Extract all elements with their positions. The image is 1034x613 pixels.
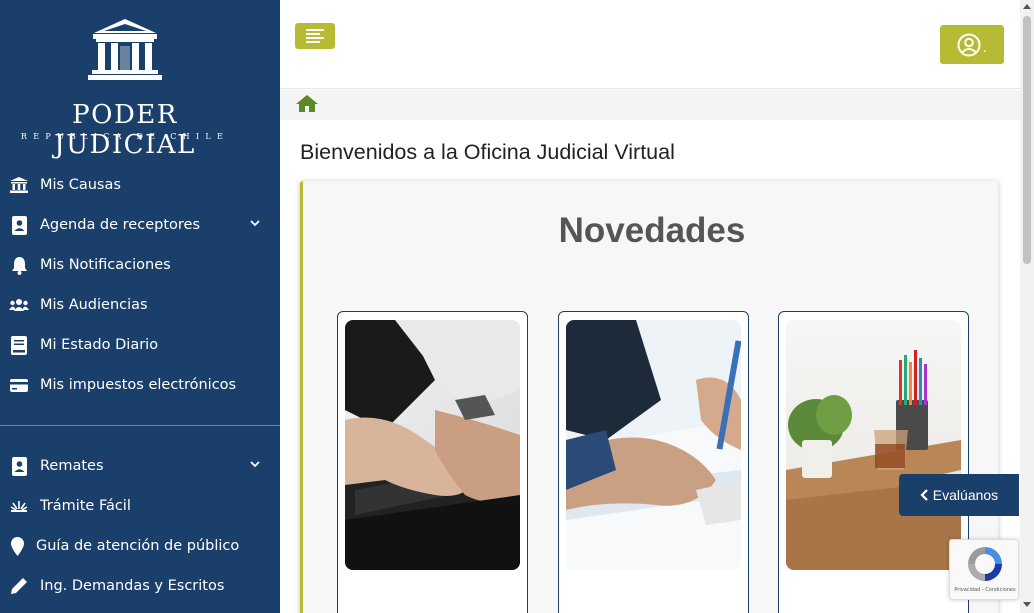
page-title: Bienvenidos a la Oficina Judicial Virtua… <box>300 140 675 164</box>
brand-subtitle: REPUBLICA DE CHILE <box>20 132 230 141</box>
sidebar-item-guia-de-atencion[interactable]: Guía de atención de público <box>0 528 280 564</box>
news-image-desk <box>786 320 961 570</box>
book-icon <box>9 335 29 355</box>
bell-icon <box>9 255 29 275</box>
scroll-up-arrow-icon[interactable] <box>1023 4 1031 9</box>
news-image-typing <box>345 320 520 570</box>
sidebar-divider <box>0 425 280 426</box>
feedback-button[interactable]: Evalúanos <box>899 474 1019 516</box>
sidebar-item-label: Remates <box>40 458 104 474</box>
sidebar-item-mis-notificaciones[interactable]: Mis Notificaciones <box>0 247 280 283</box>
id-badge-icon <box>9 456 29 476</box>
menu-toggle-button[interactable] <box>295 23 335 49</box>
top-header: . <box>280 0 1020 89</box>
news-card[interactable] <box>337 311 528 613</box>
news-card[interactable] <box>558 311 749 613</box>
scroll-thumb[interactable] <box>1023 16 1031 264</box>
map-marker-icon <box>7 536 27 556</box>
sidebar: PODER JUDICIAL REPUBLICA DE CHILE Mis Ca… <box>0 0 280 613</box>
sidebar-item-mis-audiencias[interactable]: Mis Audiencias <box>0 287 280 323</box>
recaptcha-icon <box>968 547 1002 581</box>
sidebar-item-remates[interactable]: Remates <box>0 448 280 484</box>
recaptcha-links: Privacidad - Condiciones <box>954 587 1016 593</box>
home-icon[interactable] <box>296 94 318 117</box>
user-label: . <box>982 41 988 56</box>
user-circle-icon <box>957 33 981 56</box>
news-card-container: Novedades <box>300 181 998 613</box>
sidebar-item-mis-impuestos-electronicos[interactable]: Mis impuestos electrónicos <box>0 367 280 403</box>
news-image-signing <box>566 320 741 570</box>
user-menu-button[interactable]: . <box>940 25 1004 64</box>
users-icon <box>9 295 29 315</box>
breadcrumb <box>280 90 1020 120</box>
bank-icon <box>9 175 29 195</box>
spark-icon <box>9 496 29 516</box>
sidebar-item-ing-demandas[interactable]: Ing. Demandas y Escritos <box>0 568 280 604</box>
sidebar-item-agenda-de-receptores[interactable]: Agenda de receptores <box>0 207 280 243</box>
logo[interactable]: PODER JUDICIAL REPUBLICA DE CHILE <box>0 16 250 160</box>
pencil-icon <box>9 576 29 596</box>
id-badge-icon <box>9 215 29 235</box>
sidebar-item-tramite-facil[interactable]: Trámite Fácil <box>0 488 280 524</box>
chevron-down-icon[interactable] <box>248 457 262 471</box>
scroll-down-arrow-icon[interactable] <box>1023 602 1031 607</box>
sidebar-item-mi-estado-diario[interactable]: Mi Estado Diario <box>0 327 280 363</box>
courthouse-logo-icon <box>88 19 162 80</box>
sidebar-item-label: Mi Estado Diario <box>40 337 159 353</box>
chevron-left-icon <box>920 489 928 501</box>
hamburger-icon <box>306 29 324 43</box>
page-scrollbar[interactable] <box>1020 0 1034 613</box>
news-card[interactable] <box>778 311 969 613</box>
feedback-label: Evalúanos <box>932 487 999 503</box>
sidebar-item-label: Guía de atención de público <box>36 538 240 554</box>
sidebar-item-mis-causas[interactable]: Mis Causas <box>0 167 280 203</box>
recaptcha-badge[interactable]: Privacidad - Condiciones <box>949 539 1019 600</box>
sidebar-item-label: Ing. Demandas y Escritos <box>40 578 225 594</box>
sidebar-item-label: Mis Notificaciones <box>40 257 171 273</box>
credit-card-icon <box>9 375 29 395</box>
sidebar-item-label: Trámite Fácil <box>40 498 131 514</box>
sidebar-item-label: Mis impuestos electrónicos <box>40 377 237 393</box>
sidebar-item-label: Mis Causas <box>40 177 121 193</box>
chevron-down-icon[interactable] <box>248 216 262 230</box>
section-title: Novedades <box>558 211 746 250</box>
brand-title: PODER JUDICIAL <box>54 100 196 160</box>
sidebar-item-label: Agenda de receptores <box>40 217 201 233</box>
sidebar-item-label: Mis Audiencias <box>40 297 148 313</box>
